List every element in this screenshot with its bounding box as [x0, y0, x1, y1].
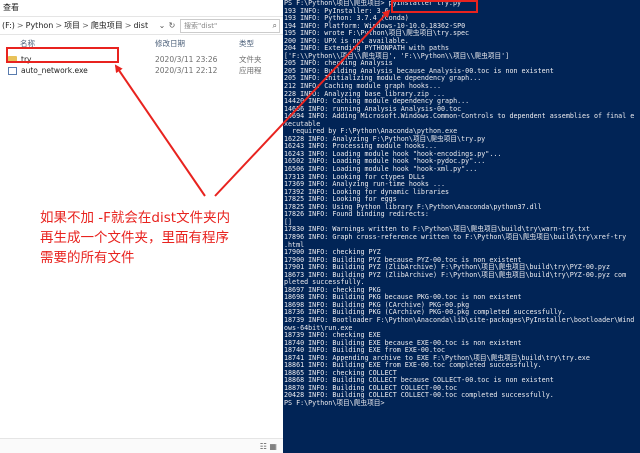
terminal-line: 17896 INFO: Graph cross-reference writte…	[284, 232, 627, 241]
terminal-line: 14694 INFO: Adding Microsoft.Windows.Com…	[284, 112, 635, 121]
annotation-line: 需要的所有文件	[40, 250, 135, 266]
file-type: 文件夹	[239, 55, 262, 64]
breadcrumb-separator: >	[124, 21, 132, 30]
file-date: 2020/3/11 23:26	[155, 55, 218, 64]
address-row: (F:) > Python > 项目 > 爬虫项目 > dist ⌄ ↻ 搜索"dist" ⌕	[0, 17, 283, 35]
powershell-terminal[interactable]: PS F:\Python\项目\爬虫项目> pyinstaller try.py…	[283, 0, 640, 453]
column-header-date[interactable]: 修改日期	[155, 37, 239, 51]
terminal-line: 17826 INFO: Found binding redirects:	[284, 210, 429, 219]
search-box[interactable]: 搜索"dist" ⌕	[180, 18, 280, 33]
column-header-type[interactable]: 类型	[239, 37, 279, 51]
command-highlight-box	[391, 0, 478, 13]
terminal-line: PS F:\Python\项目\爬虫项目>	[284, 398, 385, 407]
file-name: auto_network.exe	[21, 66, 88, 75]
terminal-output: PS F:\Python\项目\爬虫项目> pyinstaller try.py…	[283, 0, 640, 408]
breadcrumb-separator: >	[55, 21, 63, 30]
search-icon: ⌕	[272, 20, 277, 30]
search-input[interactable]: 搜索"dist"	[181, 21, 273, 31]
view-mode-icons[interactable]: ☷ ▦	[260, 442, 277, 451]
file-type: 应用程	[239, 66, 262, 75]
chevron-down-icon[interactable]: ⌄	[157, 21, 167, 30]
breadcrumb-crawler[interactable]: 爬虫项目	[91, 21, 123, 30]
ribbon-view-tab[interactable]: 查看	[0, 0, 283, 17]
breadcrumb-dist[interactable]: dist	[133, 21, 148, 30]
breadcrumb-separator: >	[82, 21, 89, 30]
breadcrumb-drive[interactable]: (F:)	[2, 21, 15, 30]
breadcrumb-python[interactable]: Python	[26, 21, 54, 30]
status-bar: ☷ ▦	[0, 438, 283, 453]
address-bar[interactable]: (F:) > Python > 项目 > 爬虫项目 > dist	[0, 20, 157, 31]
folder-highlight-box	[6, 47, 119, 63]
breadcrumb-separator: >	[16, 21, 24, 30]
annotation-line: 如果不加 -F就会在dist文件夹内	[40, 210, 231, 226]
application-icon	[8, 66, 17, 75]
breadcrumb-project[interactable]: 项目	[64, 21, 80, 30]
annotation-line: 再生成一个文件夹，里面有程序	[40, 230, 229, 246]
file-date: 2020/3/11 22:12	[155, 66, 218, 75]
file-row-auto-network[interactable]: auto_network.exe 2020/3/11 22:12 应用程	[0, 65, 283, 76]
annotation-text: 如果不加 -F就会在dist文件夹内 再生成一个文件夹，里面有程序 需要的所有文…	[40, 208, 280, 268]
refresh-icon[interactable]: ↻	[167, 21, 177, 30]
